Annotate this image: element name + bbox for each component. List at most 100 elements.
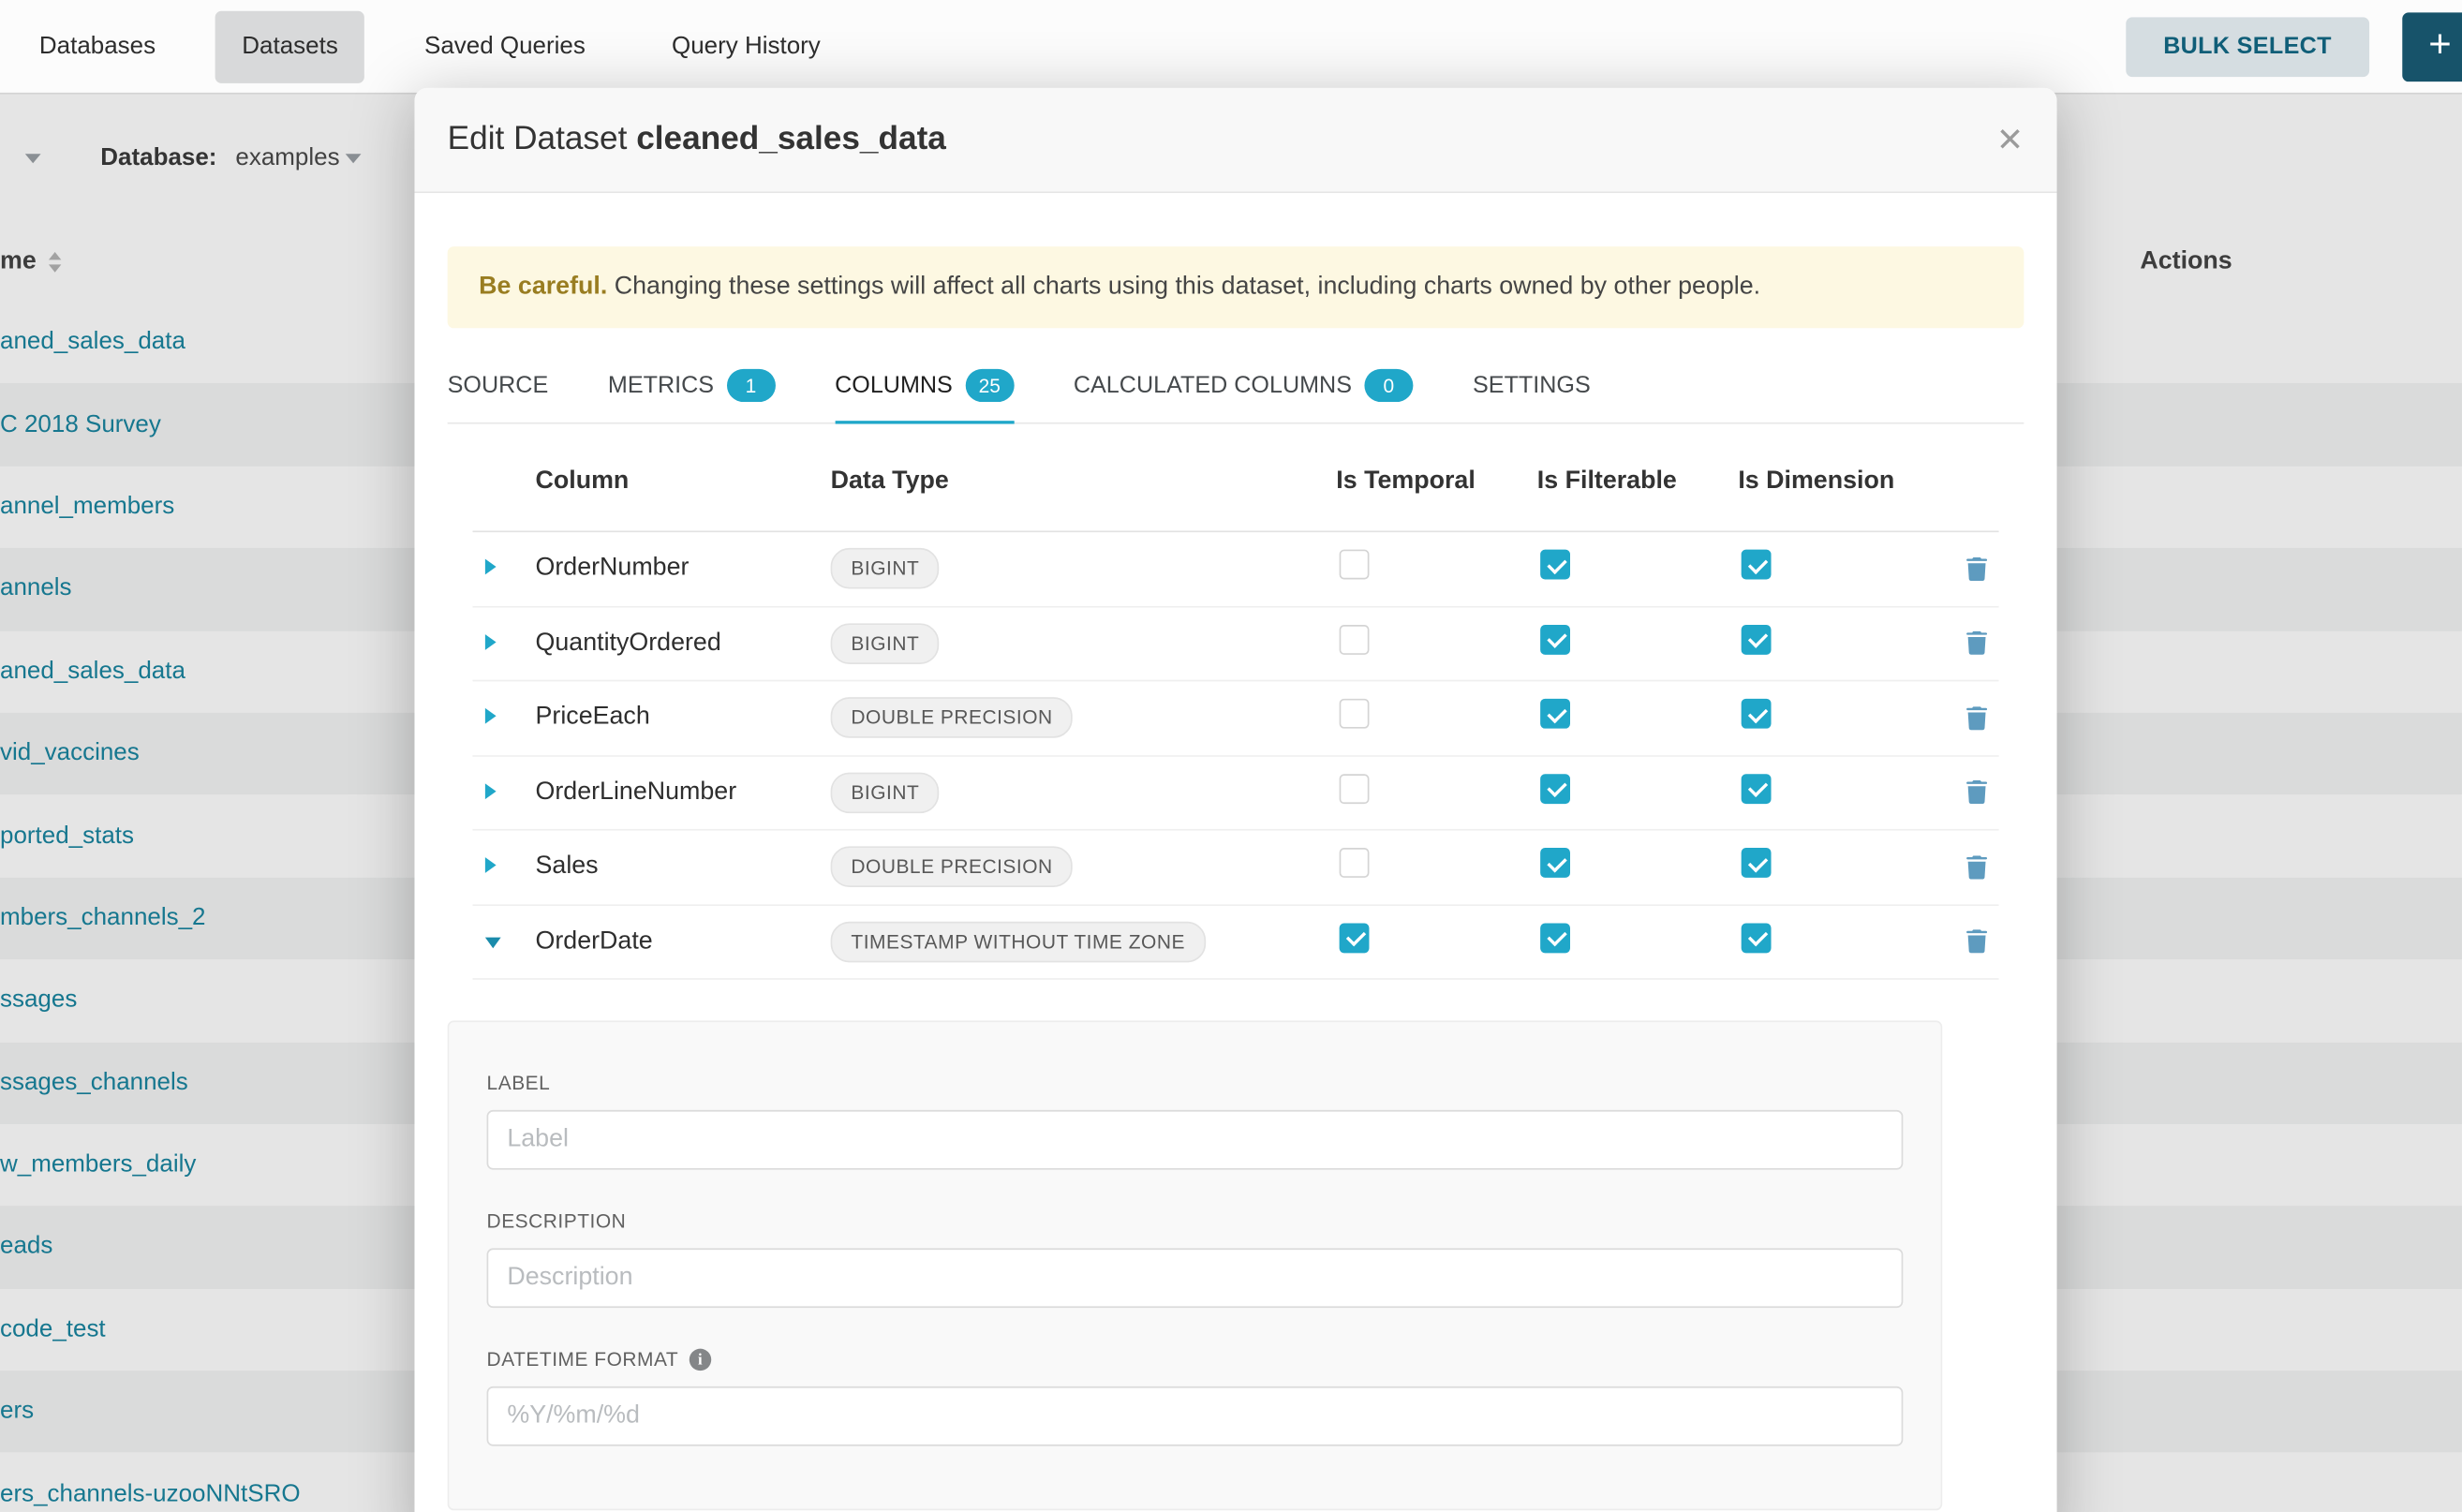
is-filterable-checkbox[interactable] [1540,848,1570,878]
label-field-group: LABEL [487,1073,1904,1170]
tab-columns[interactable]: COLUMNS 25 [835,353,1014,422]
nav-tab-query-history[interactable]: Query History [645,10,848,82]
is-dimension-checkbox[interactable] [1742,848,1772,878]
is-dimension-checkbox[interactable] [1742,699,1772,729]
close-icon[interactable]: ✕ [1996,124,2024,156]
column-name: QuantityOrdered [536,630,831,658]
label-field-label: LABEL [487,1073,1904,1094]
tab-calculated-columns[interactable]: CALCULATED COLUMNS 0 [1074,353,1413,422]
tab-settings[interactable]: SETTINGS [1473,353,1591,422]
column-row: QuantityOrderedBIGINT [472,607,1998,682]
datetime-format-label-text: DATETIME FORMAT [487,1349,679,1371]
app-viewport: Databases Datasets Saved Queries Query Hist… [0,0,2462,1512]
columns-table: Column Data Type Is Temporal Is Filterab… [472,424,1998,980]
column-name: OrderDate [536,927,831,956]
tab-metrics[interactable]: METRICS1 [608,353,775,422]
tab-source[interactable]: SOURCE [448,353,549,422]
trash-icon[interactable] [1965,780,1987,804]
data-type-pill: BIGINT [831,772,940,813]
columns-table-rows: OrderNumberBIGINTQuantityOrderedBIGINTPr… [472,532,1998,980]
column-detail-panel: LABEL DESCRIPTION DATETIME FORMAT i [448,1020,1943,1510]
tab-label: CALCULATED COLUMNS [1074,372,1352,398]
is-dimension-checkbox[interactable] [1742,774,1772,804]
modal-title-prefix: Edit Dataset [448,121,628,157]
datetime-format-field-group: DATETIME FORMAT i [487,1349,1904,1446]
is-temporal-checkbox[interactable] [1340,625,1370,655]
is-filterable-checkbox[interactable] [1540,699,1570,729]
nav-tab-databases[interactable]: Databases [12,10,182,82]
info-icon[interactable]: i [690,1349,711,1371]
column-row: SalesDOUBLE PRECISION [472,831,1998,906]
nav-tab-datasets[interactable]: Datasets [215,10,365,82]
is-dimension-header: Is Dimension [1738,467,1953,496]
description-input[interactable] [487,1248,1904,1308]
column-row: PriceEachDOUBLE PRECISION [472,681,1998,756]
add-dataset-button[interactable]: + [2402,12,2462,82]
is-temporal-checkbox[interactable] [1340,923,1370,953]
tab-label: COLUMNS [835,372,953,398]
data-type-pill: BIGINT [831,548,940,589]
nav-tab-saved-queries[interactable]: Saved Queries [397,10,612,82]
modal-title-dataset-name: cleaned_sales_data [636,121,946,157]
nav-tabs: Databases Datasets Saved Queries Query Hist… [0,0,881,93]
bulk-select-button[interactable]: BULK SELECT [2126,17,2369,77]
datetime-format-field-label: DATETIME FORMAT i [487,1349,1904,1371]
trash-icon[interactable] [1965,631,1987,655]
is-filterable-header: Is Filterable [1537,467,1739,496]
tab-label: SETTINGS [1473,372,1591,398]
tab-count-badge: 25 [965,369,1014,402]
plus-icon: + [2428,25,2451,65]
column-name: Sales [536,852,831,881]
data-type-pill: DOUBLE PRECISION [831,698,1074,739]
is-temporal-checkbox[interactable] [1340,550,1370,580]
tab-count-badge: 0 [1364,369,1413,402]
is-dimension-checkbox[interactable] [1742,625,1772,655]
columns-table-header: Column Data Type Is Temporal Is Filterab… [472,424,1998,533]
is-filterable-checkbox[interactable] [1540,923,1570,953]
column-row: OrderDateTIMESTAMP WITHOUT TIME ZONE [472,905,1998,980]
caret-right-icon[interactable] [485,708,497,724]
warning-banner: Be careful. Changing these settings will… [448,246,2024,328]
trash-icon[interactable] [1965,930,1987,954]
column-row: OrderNumberBIGINT [472,532,1998,607]
data-type-pill: BIGINT [831,623,940,664]
top-navbar: Databases Datasets Saved Queries Query Hist… [0,0,2462,95]
data-type-pill: TIMESTAMP WITHOUT TIME ZONE [831,921,1206,962]
caret-down-icon[interactable] [485,937,501,948]
caret-right-icon[interactable] [485,559,497,575]
is-filterable-checkbox[interactable] [1540,774,1570,804]
column-name: PriceEach [536,704,831,732]
is-temporal-checkbox[interactable] [1340,848,1370,878]
modal-tabs: SOURCE METRICS1 COLUMNS 25 CALCULATED COLUMN… [448,353,2024,423]
warning-banner-bold: Be careful. [479,274,607,300]
modal-title: Edit Dataset cleaned_sales_data [448,121,946,158]
tab-count-badge: 1 [726,369,775,402]
caret-right-icon[interactable] [485,783,497,799]
caret-right-icon[interactable] [485,858,497,874]
is-temporal-checkbox[interactable] [1340,699,1370,729]
is-dimension-checkbox[interactable] [1742,550,1772,580]
trash-icon[interactable] [1965,855,1987,879]
column-header: Column [536,467,831,496]
modal-header: Edit Dataset cleaned_sales_data ✕ [414,88,2056,193]
screen: Databases Datasets Saved Queries Query Hist… [0,0,2462,1512]
tab-label: SOURCE [448,372,549,398]
trash-icon[interactable] [1965,706,1987,730]
modal-body: Be careful. Changing these settings will… [414,246,2056,1510]
trash-icon[interactable] [1965,557,1987,581]
label-input[interactable] [487,1110,1904,1170]
is-temporal-checkbox[interactable] [1340,774,1370,804]
is-filterable-checkbox[interactable] [1540,550,1570,580]
is-dimension-checkbox[interactable] [1742,923,1772,953]
column-row: OrderLineNumberBIGINT [472,756,1998,831]
description-field-label: DESCRIPTION [487,1210,1904,1232]
caret-right-icon[interactable] [485,634,497,650]
column-name: OrderLineNumber [536,778,831,807]
is-filterable-checkbox[interactable] [1540,625,1570,655]
data-type-header: Data Type [831,467,1337,496]
description-field-group: DESCRIPTION [487,1210,1904,1308]
edit-dataset-modal: Edit Dataset cleaned_sales_data ✕ Be car… [414,88,2056,1512]
datetime-format-input[interactable] [487,1386,1904,1446]
navbar-actions: BULK SELECT + [2126,0,2462,93]
column-name: OrderNumber [536,555,831,583]
